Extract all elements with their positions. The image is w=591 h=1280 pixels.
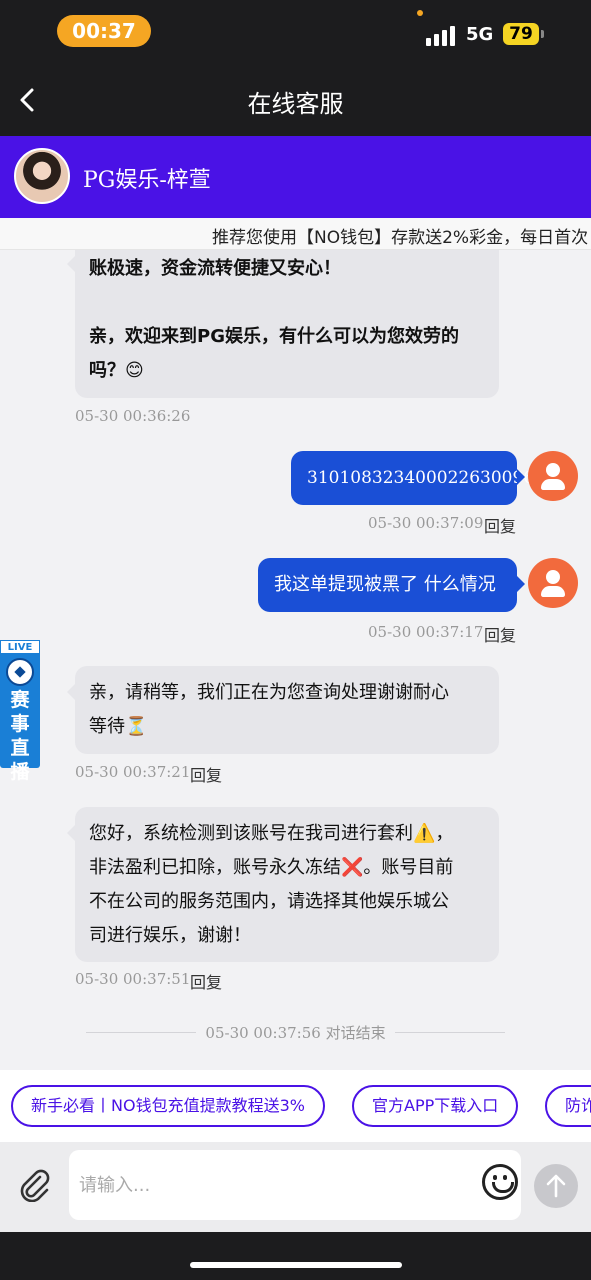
user-message[interactable]: 310108323400022630096 (291, 451, 534, 505)
message-line: 吗？😊 (89, 360, 144, 381)
user-avatar (528, 451, 578, 501)
message-timestamp: 05-30 00:36:26 (75, 407, 191, 425)
reply-button[interactable]: 回复 (190, 969, 222, 993)
message-line (89, 286, 485, 320)
message-timestamp: 05-30 00:37:17 (368, 623, 484, 641)
announcement-marquee[interactable]: 推荐您使用【NO钱包】存款送2%彩金，每日首次 (0, 218, 591, 250)
quick-link-chip[interactable]: 防诈 (545, 1085, 591, 1127)
conversation-end-notice: 05-30 00:37:56 对话结束 (205, 1024, 386, 1042)
message-composer (0, 1142, 591, 1232)
signal-icon (426, 24, 456, 46)
home-indicator[interactable] (190, 1262, 402, 1268)
chat-thread[interactable]: 账极速，资金流转便捷又安心！ 亲，欢迎来到PG娱乐，有什么可以为您效劳的 吗？😊… (0, 250, 591, 1070)
send-button[interactable] (534, 1164, 578, 1208)
message-timestamp: 05-30 00:37:51 (75, 970, 191, 988)
message-line: 不在公司的服务范围内，请选择其他娱乐城公 (89, 891, 449, 912)
message-line: 您好，系统检测到该账号在我司进行套利⚠️， (89, 823, 454, 844)
arrow-up-icon (546, 1174, 566, 1198)
status-time: 00:37 (57, 15, 151, 47)
agent-header: PG娱乐-梓萱 (0, 136, 591, 218)
network-type: 5G (466, 24, 494, 45)
nav-bar: 在线客服 (0, 64, 591, 136)
agent-avatar[interactable] (14, 148, 70, 204)
quick-link-chip[interactable]: 官方APP下载入口 (352, 1085, 519, 1127)
message-timestamp: 05-30 00:37:09 (368, 514, 484, 532)
emoji-icon[interactable] (482, 1164, 518, 1200)
agent-message[interactable]: 账极速，资金流转便捷又安心！ 亲，欢迎来到PG娱乐，有什么可以为您效劳的 吗？😊 (67, 250, 499, 398)
agent-message[interactable]: 您好，系统检测到该账号在我司进行套利⚠️， 非法盈利已扣除，账号永久冻结❌。账号… (67, 807, 499, 962)
reply-button[interactable]: 回复 (190, 762, 222, 786)
home-indicator-area (0, 1232, 591, 1280)
soccer-ball-icon (6, 658, 34, 686)
quick-link-chip[interactable]: 新手必看丨NO钱包充值提款教程送3% (11, 1085, 325, 1127)
agent-message[interactable]: 亲，请稍等，我们正在为您查询处理谢谢耐心 等待⏳ (67, 666, 499, 754)
user-message[interactable]: 我这单提现被黑了 什么情况 (258, 558, 525, 612)
battery-icon: 79 (503, 23, 539, 45)
reply-button[interactable]: 回复 (484, 513, 516, 537)
message-text: 我这单提现被黑了 什么情况 (274, 574, 496, 595)
live-sports-badge[interactable]: LIVE 赛事直播 (0, 640, 40, 783)
user-avatar (528, 558, 578, 608)
live-tag: LIVE (0, 640, 40, 654)
reply-button[interactable]: 回复 (484, 622, 516, 646)
message-text: 310108323400022630096 (307, 468, 535, 488)
message-line: 亲，请稍等，我们正在为您查询处理谢谢耐心 (89, 682, 449, 703)
status-bar: 00:37 5G 79 (0, 0, 591, 64)
quick-links-bar[interactable]: 新手必看丨NO钱包充值提款教程送3% 官方APP下载入口 防诈 (0, 1070, 591, 1142)
announcement-text: 推荐您使用【NO钱包】存款送2%彩金，每日首次 (212, 228, 589, 248)
live-badge-label: 赛事直播 (10, 689, 30, 783)
message-line: 亲，欢迎来到PG娱乐，有什么可以为您效劳的 (89, 326, 459, 347)
message-input[interactable] (69, 1150, 521, 1220)
privacy-indicator-dot (417, 10, 423, 16)
message-timestamp: 05-30 00:37:21 (75, 763, 191, 781)
battery-cap (541, 30, 544, 38)
message-line: 司进行娱乐，谢谢！ (89, 925, 251, 946)
message-line: 等待⏳ (89, 716, 148, 737)
message-line: 非法盈利已扣除，账号永久冻结❌。账号目前 (89, 857, 454, 878)
page-title: 在线客服 (247, 90, 344, 118)
message-line: 账极速，资金流转便捷又安心！ (89, 258, 341, 279)
paperclip-icon[interactable] (18, 1168, 52, 1202)
agent-name: PG娱乐-梓萱 (83, 168, 211, 193)
